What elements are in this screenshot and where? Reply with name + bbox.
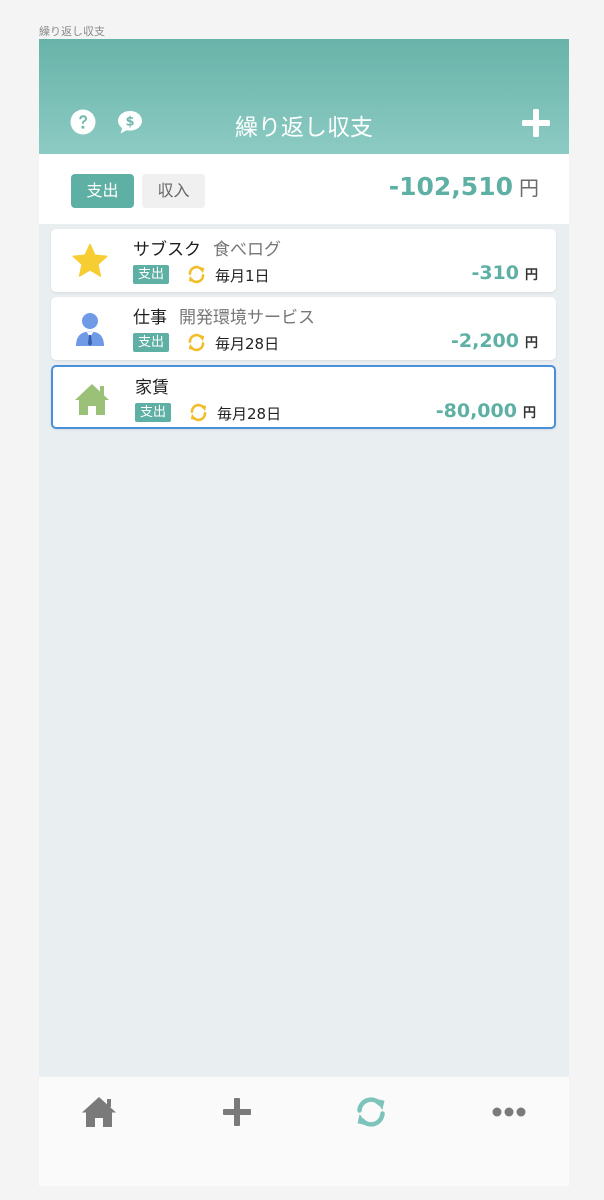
total-currency: 円 — [519, 176, 539, 200]
star-icon — [72, 243, 108, 277]
item-title: サブスク 食べログ — [133, 235, 281, 260]
item-title: 家賃 — [135, 373, 181, 398]
item-frequency: 毎月28日 — [215, 335, 280, 353]
person-icon — [76, 313, 104, 346]
total-value: -102,510 — [388, 172, 513, 201]
item-amount: -2,200 円 — [451, 330, 538, 352]
item-amount-value: -310 — [471, 262, 519, 284]
house-icon — [75, 384, 109, 415]
item-frequency: 毎月1日 — [215, 267, 270, 285]
item-currency: 円 — [524, 336, 538, 351]
item-category: サブスク — [133, 240, 201, 260]
home-icon[interactable] — [81, 1095, 117, 1129]
item-memo: 食べログ — [213, 240, 281, 260]
list-item[interactable]: 仕事 開発環境サービス 支出 毎月28日 -2,200 円 — [51, 297, 556, 360]
plus-icon[interactable] — [521, 108, 551, 138]
bottom-tab-bar — [39, 1077, 569, 1186]
tab-income[interactable]: 収入 — [142, 174, 205, 208]
page-caption: 繰り返し収支 — [39, 25, 105, 38]
item-title: 仕事 開発環境サービス — [133, 303, 315, 328]
list-item[interactable]: サブスク 食べログ 支出 毎月1日 -310 円 — [51, 229, 556, 292]
item-memo: 開発環境サービス — [179, 308, 315, 328]
item-amount: -80,000 円 — [436, 400, 536, 422]
more-icon[interactable] — [491, 1095, 527, 1129]
type-badge: 支出 — [133, 333, 170, 352]
item-category: 家賃 — [135, 378, 169, 398]
repeat-icon — [188, 333, 205, 352]
item-amount-value: -80,000 — [435, 400, 517, 422]
item-category: 仕事 — [133, 308, 167, 328]
recurring-icon[interactable] — [353, 1095, 389, 1129]
repeat-icon — [190, 403, 207, 422]
item-amount-value: -2,200 — [451, 330, 519, 352]
header-title: 繰り返し収支 — [235, 115, 373, 141]
app-screen: $ 繰り返し収支 支出 収入 -102,510 円 サブスク 食べログ 支出 毎… — [39, 39, 569, 1186]
item-currency: 円 — [524, 268, 538, 283]
add-tab-plus-icon[interactable] — [219, 1095, 255, 1129]
type-badge: 支出 — [135, 403, 172, 422]
tab-expense[interactable]: 支出 — [71, 174, 134, 208]
item-amount: -310 円 — [471, 262, 538, 284]
recurring-list: サブスク 食べログ 支出 毎月1日 -310 円 仕事 開発環境サービス 支出 … — [51, 229, 556, 434]
type-badge: 支出 — [133, 265, 170, 284]
list-item[interactable]: 家賃 支出 毎月28日 -80,000 円 — [51, 365, 556, 429]
item-frequency: 毎月28日 — [217, 405, 282, 423]
repeat-icon — [188, 265, 205, 284]
app-header: $ 繰り返し収支 — [39, 39, 569, 154]
summary-bar: 支出 収入 -102,510 円 — [39, 154, 569, 224]
total-amount: -102,510 円 — [389, 172, 539, 201]
item-currency: 円 — [522, 406, 536, 421]
